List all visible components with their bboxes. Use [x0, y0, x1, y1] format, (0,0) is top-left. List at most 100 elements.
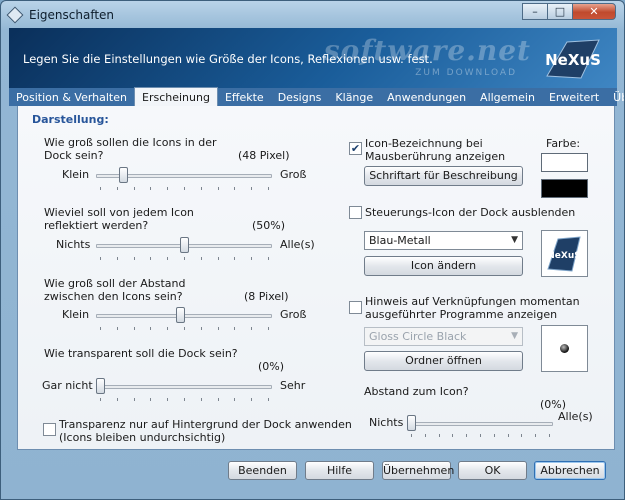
hover-label-line1: Icon-Bezeichnung bei	[365, 137, 483, 150]
spacing-slider-thumb[interactable]	[176, 307, 186, 323]
slider-tick	[411, 434, 412, 437]
background-color-swatch[interactable]	[541, 179, 588, 198]
slider-tick	[100, 398, 101, 401]
slider-tick	[480, 434, 481, 437]
preview-logo-text: NeXuS	[547, 251, 580, 261]
maximize-button[interactable]: □	[547, 3, 573, 20]
slider-tick	[217, 257, 219, 260]
slider-tick	[133, 257, 135, 260]
tab-effects[interactable]: Effekte	[218, 88, 271, 106]
cancel-button[interactable]: Abbrechen	[534, 461, 606, 480]
tab-position-behavior[interactable]: Position & Verhalten	[9, 88, 134, 106]
tab-about[interactable]: Über...	[606, 88, 624, 106]
slider-tick	[150, 187, 152, 190]
spacing-question-line2: zwischen den Icons sein?	[44, 290, 183, 303]
reflection-min-label: Nichts	[56, 238, 91, 251]
appearance-panel: Darstellung: Wie groß sollen die Icons i…	[17, 106, 615, 450]
nexus-logo-icon: NeXuS	[545, 39, 601, 79]
slider-tick	[424, 434, 426, 437]
tab-designs[interactable]: Designs	[271, 88, 329, 106]
minimize-button[interactable]: –	[522, 3, 548, 20]
help-button[interactable]: Hilfe	[305, 461, 374, 480]
slider-tick	[507, 434, 509, 437]
style-select-value: Blau-Metall	[369, 234, 431, 247]
transparency-slider-thumb[interactable]	[96, 378, 105, 394]
color-label: Farbe:	[546, 137, 581, 150]
slider-tick	[116, 187, 118, 190]
slider-tick	[217, 327, 219, 330]
reflection-max-label: Alle(s)	[280, 238, 315, 251]
slider-tick	[466, 434, 468, 437]
style-select[interactable]: Blau-Metall ▼	[364, 231, 523, 250]
transparency-bg-checkbox[interactable]	[43, 423, 56, 436]
slider-tick	[200, 398, 202, 401]
transparency-slider-track	[96, 385, 272, 389]
indicator-select[interactable]: Gloss Circle Black ▼	[364, 327, 523, 346]
slider-tick	[167, 257, 169, 260]
hover-label-checkbox[interactable]: ✔	[349, 142, 362, 155]
icon-distance-slider-thumb[interactable]	[407, 415, 416, 431]
spacing-question-line1: Wie groß soll der Abstand	[44, 277, 186, 290]
reflection-question-line1: Wieviel soll von jedem Icon	[44, 206, 194, 219]
indicator-dot-icon	[560, 344, 569, 353]
icon-distance-slider-track	[407, 422, 553, 426]
font-button[interactable]: Schriftart für Beschreibung	[364, 166, 523, 186]
slider-tick	[116, 398, 118, 401]
slider-tick	[167, 187, 169, 190]
reflection-slider-thumb[interactable]	[179, 237, 189, 253]
slider-tick	[268, 187, 269, 190]
spacing-min-label: Klein	[62, 308, 90, 321]
tab-general[interactable]: Allgemein	[473, 88, 542, 106]
slider-tick	[452, 434, 454, 437]
window-controls: – □ ✕	[522, 3, 616, 20]
slider-tick	[184, 187, 185, 190]
icon-distance-max-label: Alle(s)	[558, 410, 593, 423]
slider-tick	[251, 327, 253, 330]
slider-tick	[521, 434, 523, 437]
slider-tick	[200, 257, 202, 260]
transparency-min-label: Gar nicht	[42, 379, 93, 392]
shortcut-hint-line2: ausgeführter Programme anzeigen	[365, 308, 558, 321]
slider-tick	[217, 187, 219, 190]
transparency-value: (0%)	[258, 360, 285, 373]
slider-tick	[200, 327, 202, 330]
slider-tick	[251, 257, 253, 260]
slider-tick	[217, 398, 219, 401]
title-bar[interactable]: Eigenschaften – □ ✕	[1, 1, 624, 29]
hover-label-line2: Mausberührung anzeigen	[365, 150, 506, 163]
open-folder-button[interactable]: Ordner öffnen	[364, 351, 523, 371]
text-color-swatch[interactable]	[541, 153, 588, 172]
size-slider-thumb[interactable]	[119, 167, 129, 183]
shortcut-hint-checkbox[interactable]	[349, 301, 362, 314]
header-description: Legen Sie die Einstellungen wie Größe de…	[23, 52, 433, 66]
hide-controls-checkbox[interactable]	[349, 206, 362, 219]
slider-tick	[535, 434, 537, 437]
tab-applications[interactable]: Anwendungen	[380, 88, 473, 106]
close-button[interactable]: ✕	[572, 3, 616, 20]
chevron-down-icon: ▼	[511, 331, 518, 341]
shortcut-hint-line1: Hinweis auf Verknüpfungen momentan	[365, 295, 580, 308]
transparency-bg-label-line1: Transparenz nur auf Hintergrund der Dock…	[59, 418, 352, 431]
transparency-max-label: Sehr	[280, 379, 306, 392]
slider-tick	[100, 257, 101, 260]
change-icon-button[interactable]: Icon ändern	[364, 256, 523, 276]
slider-tick	[234, 187, 236, 190]
slider-tick	[167, 327, 169, 330]
tab-bar: Position & Verhalten Erscheinung Effekte…	[9, 87, 624, 107]
slider-tick	[150, 398, 152, 401]
size-slider-ticks	[96, 187, 272, 191]
size-question-line1: Wie groß sollen die Icons in der	[44, 136, 217, 149]
slider-tick	[234, 398, 236, 401]
nexus-preview-icon: NeXuS	[547, 236, 581, 272]
apply-button[interactable]: Übernehmen	[382, 461, 454, 480]
tab-appearance[interactable]: Erscheinung	[134, 87, 218, 107]
slider-tick	[234, 257, 236, 260]
tab-sounds[interactable]: Klänge	[328, 88, 380, 106]
slider-tick	[251, 398, 253, 401]
section-title: Darstellung:	[32, 113, 109, 126]
slider-tick	[200, 187, 202, 190]
quit-button[interactable]: Beenden	[228, 461, 297, 480]
tab-advanced[interactable]: Erweitert	[542, 88, 606, 106]
logo-text: NeXuS	[545, 51, 601, 69]
ok-button[interactable]: OK	[458, 461, 527, 480]
